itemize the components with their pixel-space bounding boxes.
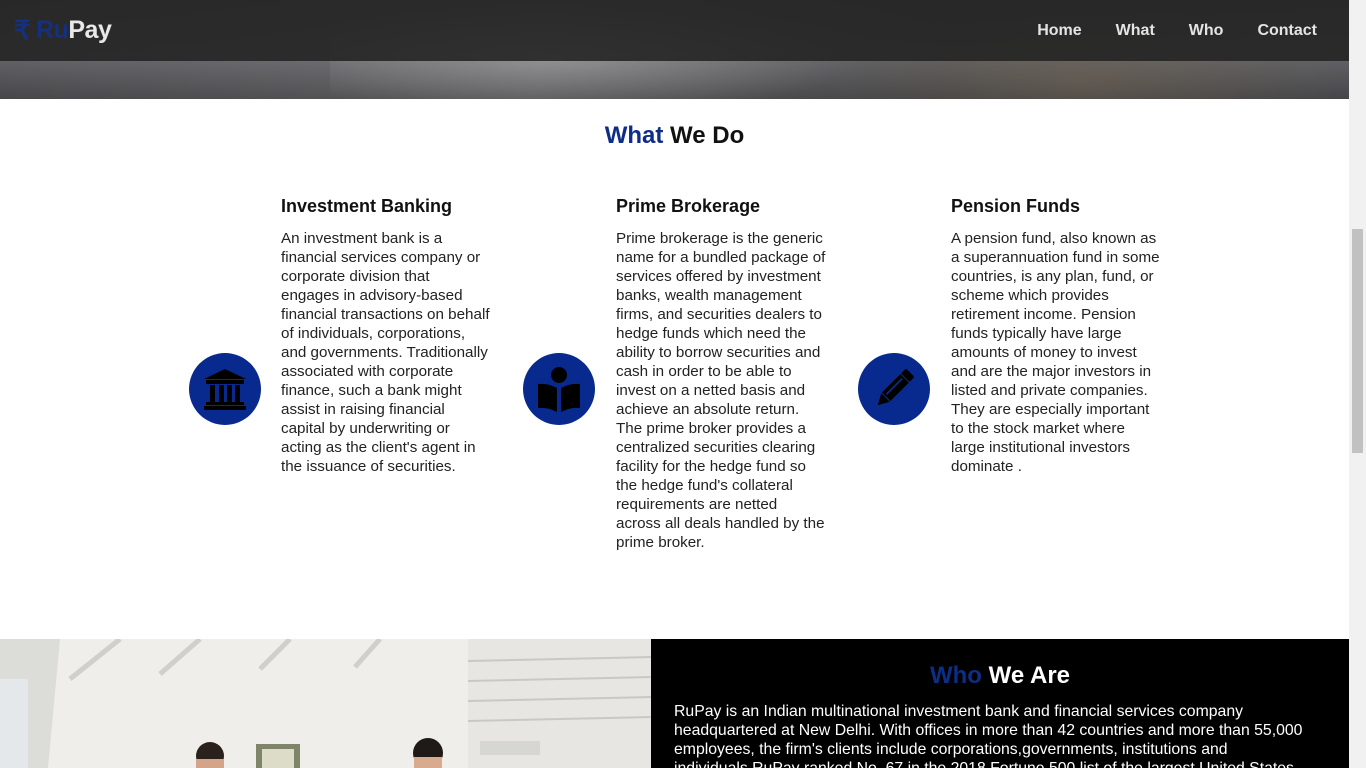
service-text-prime-brokerage: Prime brokerage is the generic name for … (616, 230, 826, 551)
team-photo (0, 639, 651, 768)
service-text-investment-banking: An investment bank is a financial servic… (281, 230, 490, 475)
title-accent: What (604, 122, 664, 149)
brand-logo[interactable]: ₹ Ru Pay (14, 0, 112, 61)
service-title-prime-brokerage: Prime Brokerage (616, 196, 761, 216)
nav-links: Home What Who Contact (1003, 22, 1317, 40)
bank-icon (189, 353, 261, 425)
nav-contact[interactable]: Contact (1257, 22, 1317, 40)
brand-name-part2: Pay (68, 16, 112, 44)
service-text-pension-funds: A pension fund, also known as a superann… (951, 230, 1160, 475)
navbar: ₹ Ru Pay Home What Who Contact (0, 0, 1349, 61)
rupee-icon: ₹ (14, 15, 31, 45)
who-we-are-title: Who We Are (651, 662, 1349, 690)
who-we-are-text: RuPay is an Indian multinational investm… (674, 703, 1303, 768)
nav-what[interactable]: What (1116, 22, 1155, 40)
page-scrollbar[interactable] (1349, 0, 1366, 768)
who-title-rest: We Are (988, 662, 1071, 689)
who-we-are-panel: Who We Are RuPay is an Indian multinatio… (651, 639, 1349, 768)
scrollbar-thumb[interactable] (1352, 229, 1363, 453)
who-title-accent: Who (929, 662, 982, 689)
service-title-investment-banking: Investment Banking (281, 196, 453, 216)
book-reader-icon (523, 353, 595, 425)
what-we-do-title: What We Do (0, 122, 1349, 150)
nav-home[interactable]: Home (1037, 22, 1081, 40)
service-title-pension-funds: Pension Funds (951, 196, 1081, 216)
title-rest: We Do (670, 122, 745, 149)
pencil-icon (858, 353, 930, 425)
brand-name-part1: Ru (36, 16, 69, 44)
nav-who[interactable]: Who (1189, 22, 1224, 40)
